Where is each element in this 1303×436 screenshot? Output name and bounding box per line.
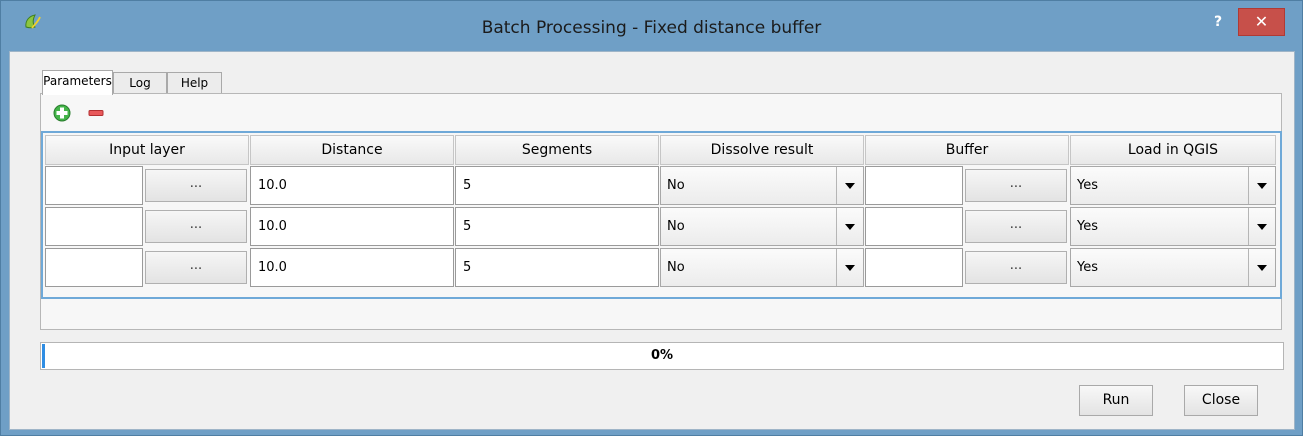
input-layer-browse-button[interactable]: ... bbox=[145, 169, 247, 202]
dissolve-result-select[interactable]: No bbox=[660, 166, 864, 205]
batch-table: Input layer Distance Segments Dissolve r… bbox=[41, 131, 1282, 299]
dissolve-result-value: No bbox=[667, 260, 685, 275]
tab-log[interactable]: Log bbox=[113, 72, 167, 94]
buffer-browse-button[interactable]: ... bbox=[965, 169, 1067, 202]
close-window-button[interactable]: ✕ bbox=[1238, 8, 1285, 36]
distance-field[interactable]: 10.0 bbox=[250, 207, 454, 246]
load-in-qgis-value: Yes bbox=[1077, 260, 1098, 275]
chevron-down-icon[interactable] bbox=[1248, 167, 1275, 204]
buffer-output-field[interactable] bbox=[865, 207, 963, 246]
distance-field[interactable]: 10.0 bbox=[250, 166, 454, 205]
dialog-client-area: Parameters Log Help Input layer Distance… bbox=[9, 51, 1295, 430]
dialog-window: Batch Processing - Fixed distance buffer… bbox=[0, 0, 1303, 436]
column-header-segments[interactable]: Segments bbox=[455, 135, 659, 165]
plus-icon[interactable] bbox=[53, 104, 71, 122]
progress-label: 0% bbox=[650, 348, 674, 363]
title-bar[interactable]: Batch Processing - Fixed distance buffer… bbox=[1, 1, 1302, 51]
chevron-down-icon[interactable] bbox=[836, 208, 863, 245]
input-layer-field[interactable] bbox=[45, 207, 143, 246]
run-button[interactable]: Run bbox=[1079, 385, 1153, 416]
dissolve-result-select[interactable]: No bbox=[660, 248, 864, 287]
buffer-browse-button[interactable]: ... bbox=[965, 251, 1067, 284]
segments-field[interactable]: 5 bbox=[455, 248, 659, 287]
chevron-down-icon[interactable] bbox=[1248, 249, 1275, 286]
buffer-browse-button[interactable]: ... bbox=[965, 210, 1067, 243]
input-layer-browse-button[interactable]: ... bbox=[145, 210, 247, 243]
input-layer-field[interactable] bbox=[45, 166, 143, 205]
load-in-qgis-select[interactable]: Yes bbox=[1070, 248, 1276, 287]
tab-help[interactable]: Help bbox=[167, 72, 222, 94]
distance-field[interactable]: 10.0 bbox=[250, 248, 454, 287]
buffer-output-field[interactable] bbox=[865, 248, 963, 287]
window-title: Batch Processing - Fixed distance buffer bbox=[481, 18, 822, 38]
segments-field[interactable]: 5 bbox=[455, 166, 659, 205]
chevron-down-icon[interactable] bbox=[836, 249, 863, 286]
segments-field[interactable]: 5 bbox=[455, 207, 659, 246]
column-header-distance[interactable]: Distance bbox=[250, 135, 454, 165]
load-in-qgis-value: Yes bbox=[1077, 219, 1098, 234]
load-in-qgis-select[interactable]: Yes bbox=[1070, 207, 1276, 246]
chevron-down-icon[interactable] bbox=[836, 167, 863, 204]
column-header-input-layer[interactable]: Input layer bbox=[45, 135, 249, 165]
input-layer-browse-button[interactable]: ... bbox=[145, 251, 247, 284]
minus-icon[interactable] bbox=[87, 104, 105, 122]
help-button[interactable]: ? bbox=[1204, 11, 1232, 33]
tab-parameters[interactable]: Parameters bbox=[42, 70, 113, 95]
load-in-qgis-select[interactable]: Yes bbox=[1070, 166, 1276, 205]
column-header-dissolve-result[interactable]: Dissolve result bbox=[660, 135, 864, 165]
input-layer-field[interactable] bbox=[45, 248, 143, 287]
dissolve-result-select[interactable]: No bbox=[660, 207, 864, 246]
buffer-output-field[interactable] bbox=[865, 166, 963, 205]
dissolve-result-value: No bbox=[667, 219, 685, 234]
column-header-load-in-qgis[interactable]: Load in QGIS bbox=[1070, 135, 1276, 165]
dissolve-result-value: No bbox=[667, 178, 685, 193]
chevron-down-icon[interactable] bbox=[1248, 208, 1275, 245]
progress-bar: 0% bbox=[40, 342, 1284, 370]
column-header-buffer[interactable]: Buffer bbox=[865, 135, 1069, 165]
close-button[interactable]: Close bbox=[1184, 385, 1258, 416]
load-in-qgis-value: Yes bbox=[1077, 178, 1098, 193]
